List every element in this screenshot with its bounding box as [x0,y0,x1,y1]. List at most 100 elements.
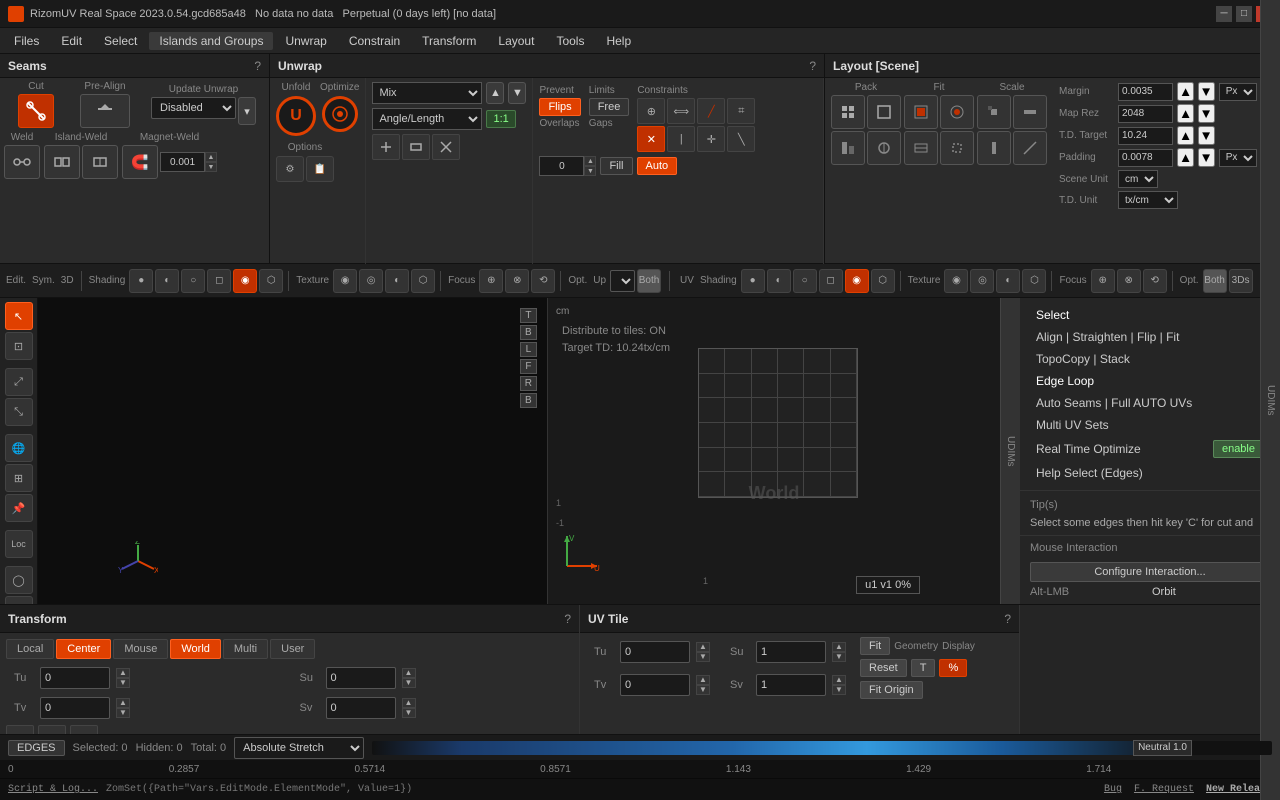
uv-tv-up[interactable]: ▲ [696,675,710,685]
margin-input[interactable]: 0.0035 [1118,83,1173,101]
td-target-input[interactable]: 10.24 [1118,127,1173,145]
menu-select[interactable]: Select [94,32,147,50]
margin-unit-select[interactable]: Px [1219,83,1257,101]
overlap-up[interactable]: ▲ [584,156,596,166]
options-btn2[interactable]: 📋 [306,156,334,182]
update-unwrap-dropdown[interactable]: ▾ [238,97,256,125]
constraint-pin2[interactable]: | [667,126,695,152]
focus-btn3[interactable]: ⟲ [531,269,555,293]
shading-btn4[interactable]: ◻ [207,269,231,293]
uv-shading-btn1[interactable]: ● [741,269,765,293]
tu-up[interactable]: ▲ [116,668,130,678]
pre-align-button[interactable] [80,94,130,128]
optimize-button[interactable] [322,96,358,132]
grid2-tool[interactable]: ▦ [5,596,33,604]
padding-input[interactable]: 0.0078 [1118,149,1173,167]
rp-help-select[interactable]: Help Select (Edges) [1030,462,1270,484]
angle-select[interactable]: Angle/Length [372,108,482,130]
shading-btn1[interactable]: ● [129,269,153,293]
options-btn1[interactable]: ⚙ [276,156,304,182]
focus-btn2[interactable]: ⊗ [505,269,529,293]
user-tab[interactable]: User [270,639,315,659]
map-rez-up[interactable]: ▲ [1177,104,1194,123]
both-button-uv[interactable]: Both [1203,269,1227,293]
method-arrow-down[interactable]: ▼ [508,82,526,104]
minimize-button[interactable]: ─ [1216,6,1232,22]
local-tab[interactable]: Local [6,639,54,659]
pack-btn4[interactable] [867,131,901,165]
unwrap-icon3[interactable] [432,134,460,160]
map-rez-input[interactable]: 2048 [1118,105,1173,123]
constraint-x[interactable]: ✕ [637,126,665,152]
menu-edit[interactable]: Edit [51,32,92,50]
multi-tab[interactable]: Multi [223,639,268,659]
uv-focus-btn1[interactable]: ⊕ [1091,269,1115,293]
rp-multi-uv[interactable]: Multi UV Sets [1030,414,1270,436]
scale-btn1[interactable] [977,95,1011,129]
fit-tile-button[interactable]: Fit [860,637,890,655]
loc-tool[interactable]: Loc [5,530,33,558]
texture-btn3[interactable]: ◐ [385,269,409,293]
unfold-button[interactable]: U [276,96,316,136]
constraint-pin[interactable]: ⊕ [637,98,665,124]
td-target-up[interactable]: ▲ [1177,126,1194,145]
uv-reload-btn[interactable]: ⟲ [1143,269,1167,293]
reset-button[interactable]: Reset [860,659,907,677]
unwrap-icon1[interactable] [372,134,400,160]
globe-tool[interactable]: 🌐 [5,434,33,462]
3ds-button[interactable]: 3Ds [1229,269,1253,293]
method-arrow-up[interactable]: ▲ [486,82,504,104]
view-top[interactable]: T [520,308,537,323]
menu-islands-groups[interactable]: Islands and Groups [149,32,273,50]
move-tool2[interactable]: ⤡ [5,398,33,426]
both-button-3d[interactable]: Both [637,269,661,293]
udims-tab[interactable]: UDIMs [1000,298,1020,604]
rp-select[interactable]: Select [1030,304,1270,326]
select-tool[interactable]: ↖ [5,302,33,330]
constraint-vert[interactable]: ╱ [697,98,725,124]
weld-value-down[interactable]: ▼ [205,162,217,172]
tu-down[interactable]: ▼ [116,678,130,688]
rp-topocopy[interactable]: TopoCopy | Stack [1030,348,1270,370]
feature-request-link[interactable]: F. Request [1134,784,1194,795]
scale-btn3[interactable] [977,131,1011,165]
t-button[interactable]: T [911,659,936,677]
move-tool[interactable]: ⤢ [5,368,33,396]
uv-su-up[interactable]: ▲ [832,642,846,652]
island-weld-btn2[interactable] [82,145,118,179]
td-target-down[interactable]: ▼ [1198,126,1215,145]
menu-tools[interactable]: Tools [546,32,594,50]
uv-texture-btn1[interactable]: ◉ [944,269,968,293]
tv-down[interactable]: ▼ [116,708,130,718]
fill-button[interactable]: Fill [600,157,632,175]
sv-input[interactable] [326,697,396,719]
free-button[interactable]: Free [589,98,630,116]
uv-tv-down[interactable]: ▼ [696,685,710,695]
uv-tu-input[interactable] [620,641,690,663]
constraint-angle[interactable]: ⌗ [727,98,755,124]
world-tab[interactable]: World [170,639,221,659]
texture-btn2[interactable]: ◎ [359,269,383,293]
texture-btn1[interactable]: ◉ [333,269,357,293]
pack-btn3[interactable] [831,131,865,165]
uv-texture-btn3[interactable]: ◐ [996,269,1020,293]
unwrap-icon2[interactable] [402,134,430,160]
su-up[interactable]: ▲ [402,668,416,678]
update-unwrap-select[interactable]: Disabled [151,97,236,119]
view-left[interactable]: L [520,342,537,357]
sv-up[interactable]: ▲ [402,698,416,708]
uv-shading-btn5[interactable]: ◉ [845,269,869,293]
pack-btn2[interactable] [867,95,901,129]
uv-shading-btn4[interactable]: ◻ [819,269,843,293]
td-unit-select[interactable]: tx/cm [1118,191,1178,209]
grid-tool[interactable]: ⊞ [5,464,33,492]
method-select[interactable]: Mix [372,82,482,104]
weld-value-up[interactable]: ▲ [205,152,217,162]
uv-tile-help[interactable]: ? [1004,612,1011,626]
focus-btn1[interactable]: ⊕ [479,269,503,293]
shading-btn5[interactable]: ◉ [233,269,257,293]
scale-btn4[interactable] [1013,131,1047,165]
pin-tool[interactable]: 📌 [5,494,33,522]
percent-button[interactable]: % [939,659,967,677]
stretch-mode-select[interactable]: Absolute Stretch [234,737,364,759]
